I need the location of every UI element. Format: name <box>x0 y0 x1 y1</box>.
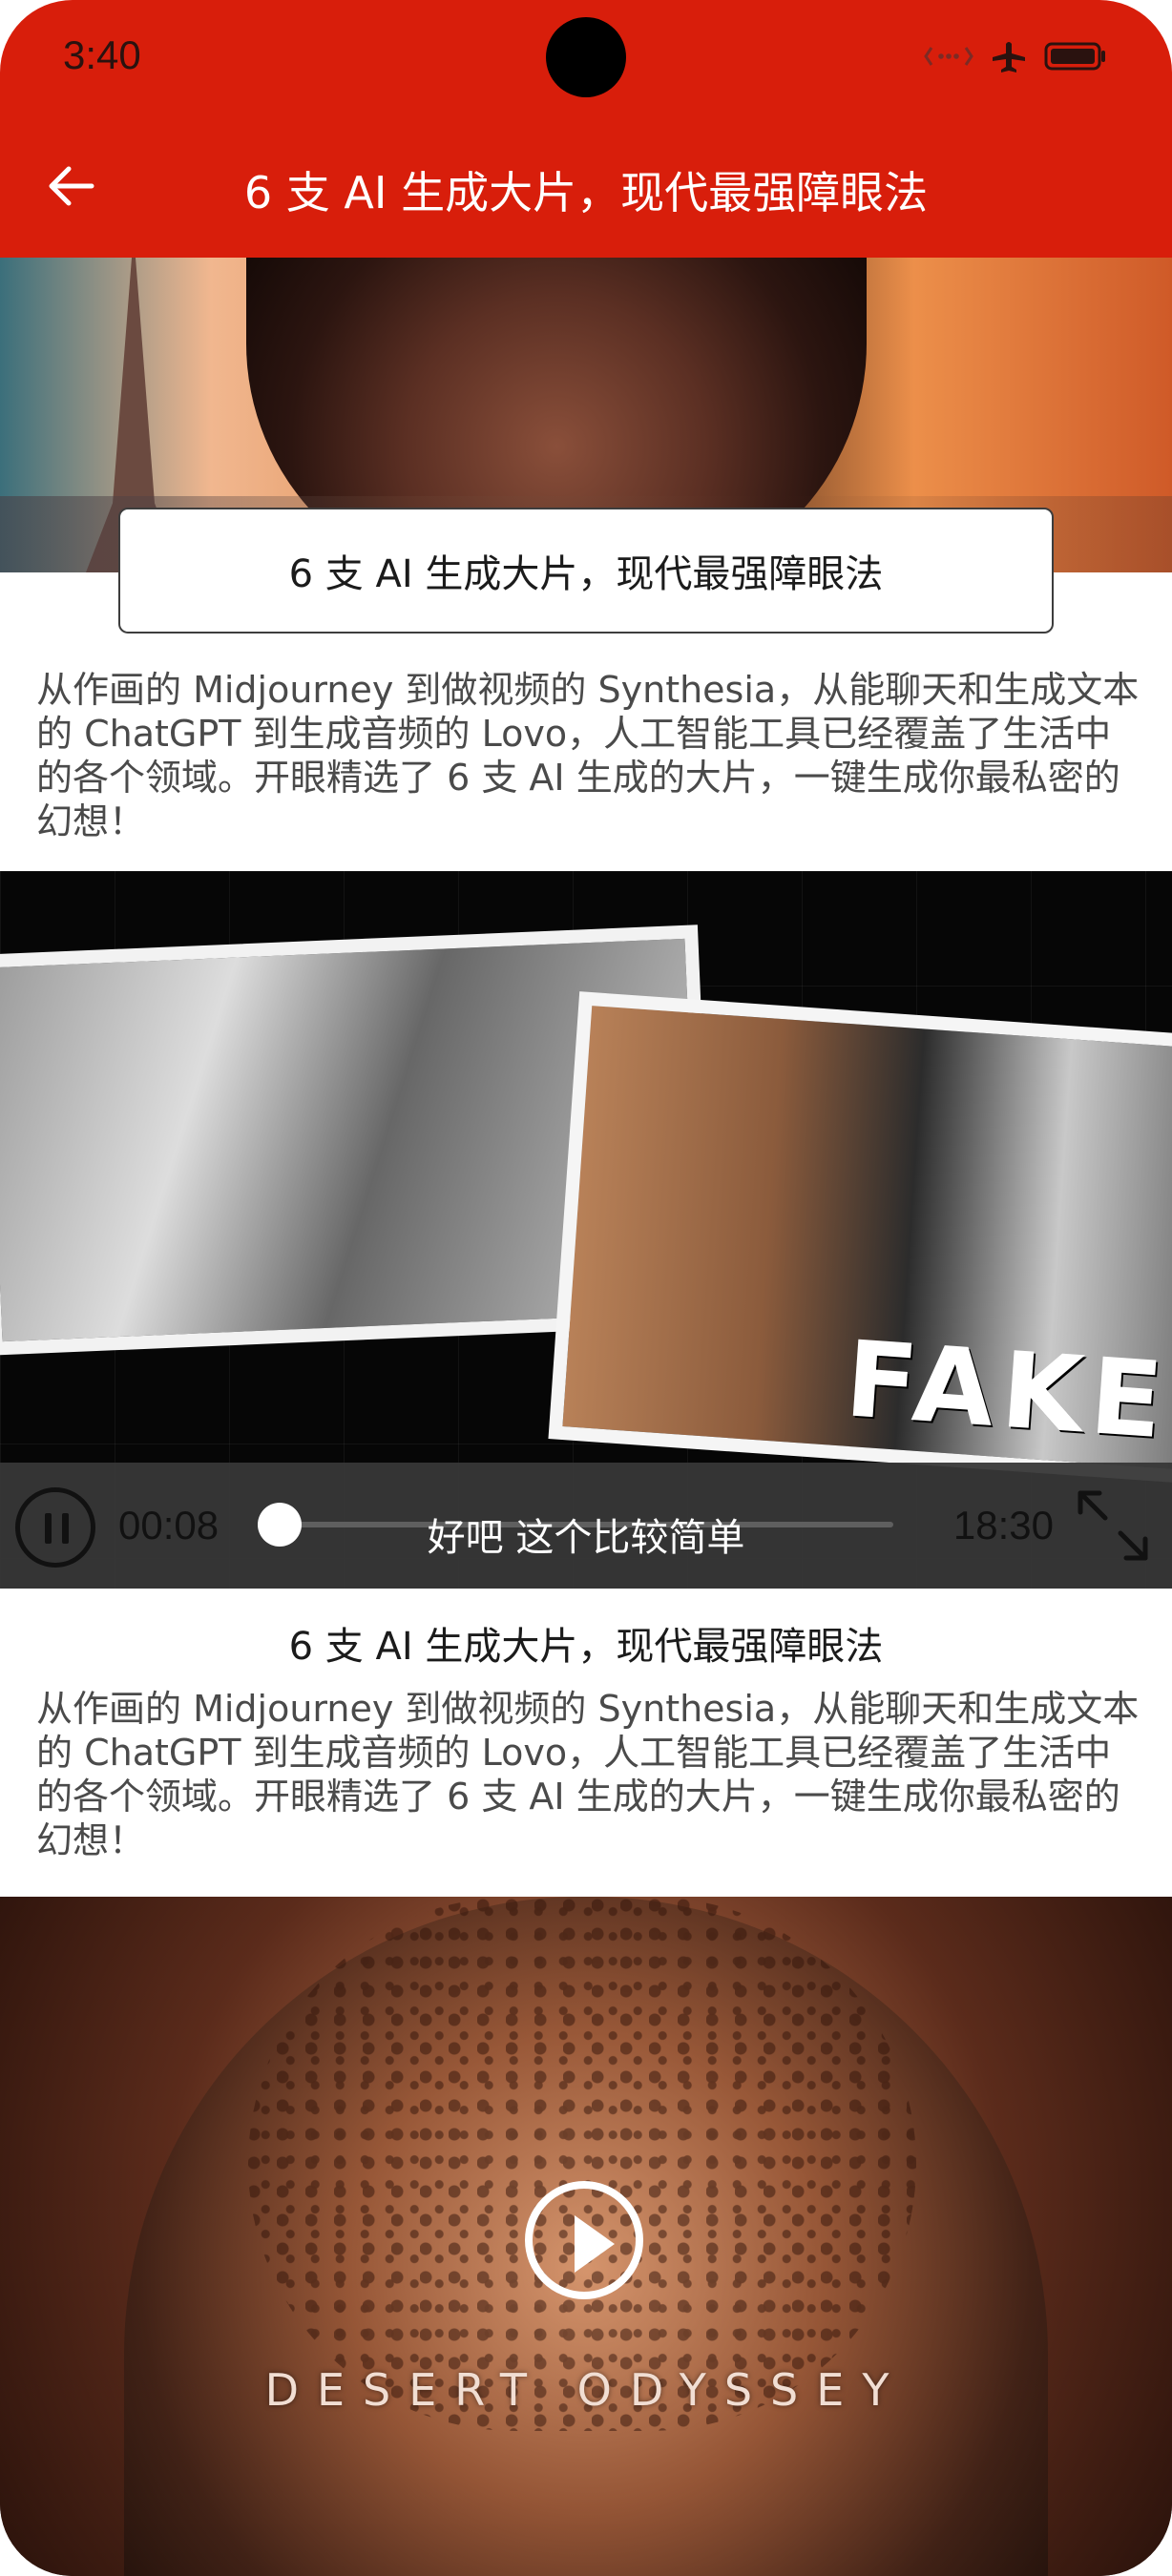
signal-dots-icon <box>924 47 973 66</box>
camera-cutout <box>546 17 626 97</box>
airplane-mode-icon <box>993 42 1025 73</box>
phone-screen: 3:40 6 支 AI 生成大片，现代最强障眼法 6 支 AI 生成大片，现代最… <box>0 0 1172 2576</box>
status-bar: 3:40 <box>0 0 1172 114</box>
page-title: 6 支 AI 生成大片，现代最强障眼法 <box>243 167 929 218</box>
section-description: 从作画的 Midjourney 到做视频的 Synthesia，从能聊天和生成文… <box>36 1688 1140 1861</box>
fullscreen-button[interactable] <box>1073 1485 1153 1566</box>
status-time: 3:40 <box>63 32 141 77</box>
fullscreen-icon <box>1078 1490 1148 1561</box>
hero-description: 从作画的 Midjourney 到做视频的 Synthesia，从能聊天和生成文… <box>36 669 1140 842</box>
poster-pattern <box>248 1897 916 2431</box>
battery-icon <box>1044 42 1105 71</box>
app-bar: 6 支 AI 生成大片，现代最强障眼法 <box>0 114 1172 258</box>
video-overlay-text: FAKE <box>841 1318 1172 1463</box>
hero-card-title[interactable]: 6 支 AI 生成大片，现代最强障眼法 <box>118 508 1054 634</box>
section-title: 6 支 AI 生成大片，现代最强障眼法 <box>288 1625 884 1669</box>
video-player[interactable]: FAKE 00:08 好吧 这个比较简单 18:30 <box>0 871 1172 1589</box>
poster-title: DESERT ODYSSEY <box>264 2364 908 2416</box>
play-button[interactable] <box>525 2181 643 2299</box>
duration-time: 18:30 <box>952 1503 1054 1548</box>
status-icons <box>924 40 1107 73</box>
video-controls: 00:08 好吧 这个比较简单 18:30 <box>0 1463 1172 1589</box>
poster-image[interactable]: DESERT ODYSSEY <box>0 1897 1172 2576</box>
